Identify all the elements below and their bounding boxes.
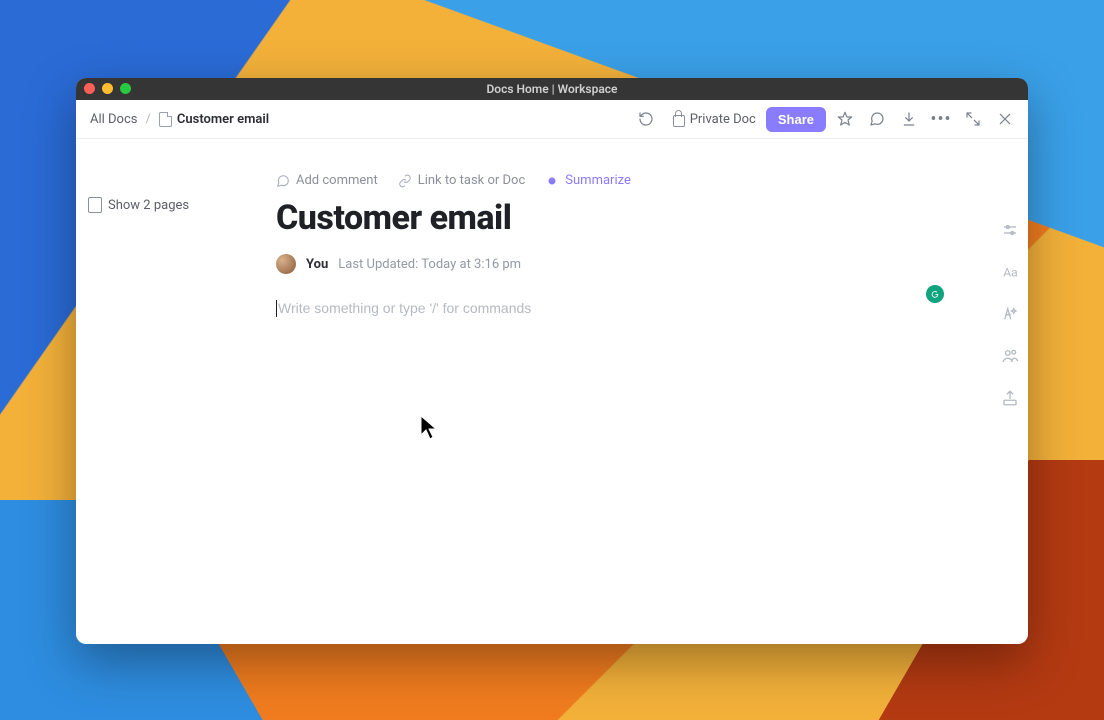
breadcrumb-current[interactable]: Customer email: [159, 112, 269, 127]
toolbar: All Docs / Customer email Private Doc Sh…: [76, 100, 1028, 139]
doc-title[interactable]: Customer email: [276, 198, 992, 238]
desktop-background: Docs Home | Workspace All Docs / Custome…: [0, 0, 1104, 720]
document-area: Add comment Link to task or Doc Summariz…: [276, 139, 992, 644]
app-window: Docs Home | Workspace All Docs / Custome…: [76, 78, 1028, 644]
editor[interactable]: [276, 298, 992, 317]
sidebar: Show 2 pages: [76, 139, 276, 644]
summarize-label: Summarize: [565, 173, 631, 188]
privacy-label: Private Doc: [690, 112, 756, 127]
more-icon[interactable]: •••: [928, 106, 954, 132]
show-pages-toggle[interactable]: Show 2 pages: [88, 197, 268, 213]
share-button[interactable]: Share: [766, 107, 826, 132]
privacy-indicator[interactable]: Private Doc: [673, 112, 756, 127]
text-caret: [276, 300, 277, 317]
show-pages-label: Show 2 pages: [108, 198, 189, 213]
collapse-icon[interactable]: [960, 106, 986, 132]
window-controls: [84, 83, 131, 94]
breadcrumb-separator: /: [146, 112, 151, 127]
breadcrumb-current-label: Customer email: [177, 112, 269, 127]
right-rail: Aa: [992, 139, 1028, 644]
add-comment-label: Add comment: [296, 173, 378, 188]
window-title: Docs Home | Workspace: [486, 82, 617, 96]
lock-icon: [673, 115, 685, 127]
link-task-label: Link to task or Doc: [418, 173, 526, 188]
import-icon[interactable]: [896, 106, 922, 132]
author-name: You: [306, 257, 328, 272]
close-window-button[interactable]: [84, 83, 95, 94]
titlebar: Docs Home | Workspace: [76, 78, 1028, 100]
zoom-window-button[interactable]: [120, 83, 131, 94]
svg-text:Aa: Aa: [1003, 266, 1017, 280]
rail-ai-icon[interactable]: [1001, 305, 1019, 323]
updated-value: Today at 3:16 pm: [421, 257, 521, 272]
comment-icon[interactable]: [864, 106, 890, 132]
breadcrumb: All Docs / Customer email: [90, 112, 269, 127]
pages-icon: [88, 197, 102, 213]
link-task-action[interactable]: Link to task or Doc: [398, 173, 526, 188]
author-avatar[interactable]: [276, 254, 296, 274]
updated-label: Last Updated: Today at 3:16 pm: [338, 257, 521, 272]
add-comment-action[interactable]: Add comment: [276, 173, 378, 188]
editor-input[interactable]: [276, 299, 920, 317]
doc-meta: You Last Updated: Today at 3:16 pm: [276, 254, 992, 274]
rail-export-icon[interactable]: [1001, 389, 1019, 407]
star-icon[interactable]: [832, 106, 858, 132]
breadcrumb-root[interactable]: All Docs: [90, 112, 138, 127]
summarize-action[interactable]: Summarize: [545, 173, 631, 188]
rail-text-style-icon[interactable]: Aa: [1001, 263, 1019, 281]
history-icon[interactable]: [633, 106, 659, 132]
minimize-window-button[interactable]: [102, 83, 113, 94]
grammarly-badge-icon[interactable]: [926, 285, 944, 303]
rail-collab-icon[interactable]: [1001, 347, 1019, 365]
doc-actions: Add comment Link to task or Doc Summariz…: [276, 173, 992, 188]
rail-settings-icon[interactable]: [1001, 221, 1019, 239]
doc-icon: [159, 112, 172, 127]
close-icon[interactable]: [992, 106, 1018, 132]
